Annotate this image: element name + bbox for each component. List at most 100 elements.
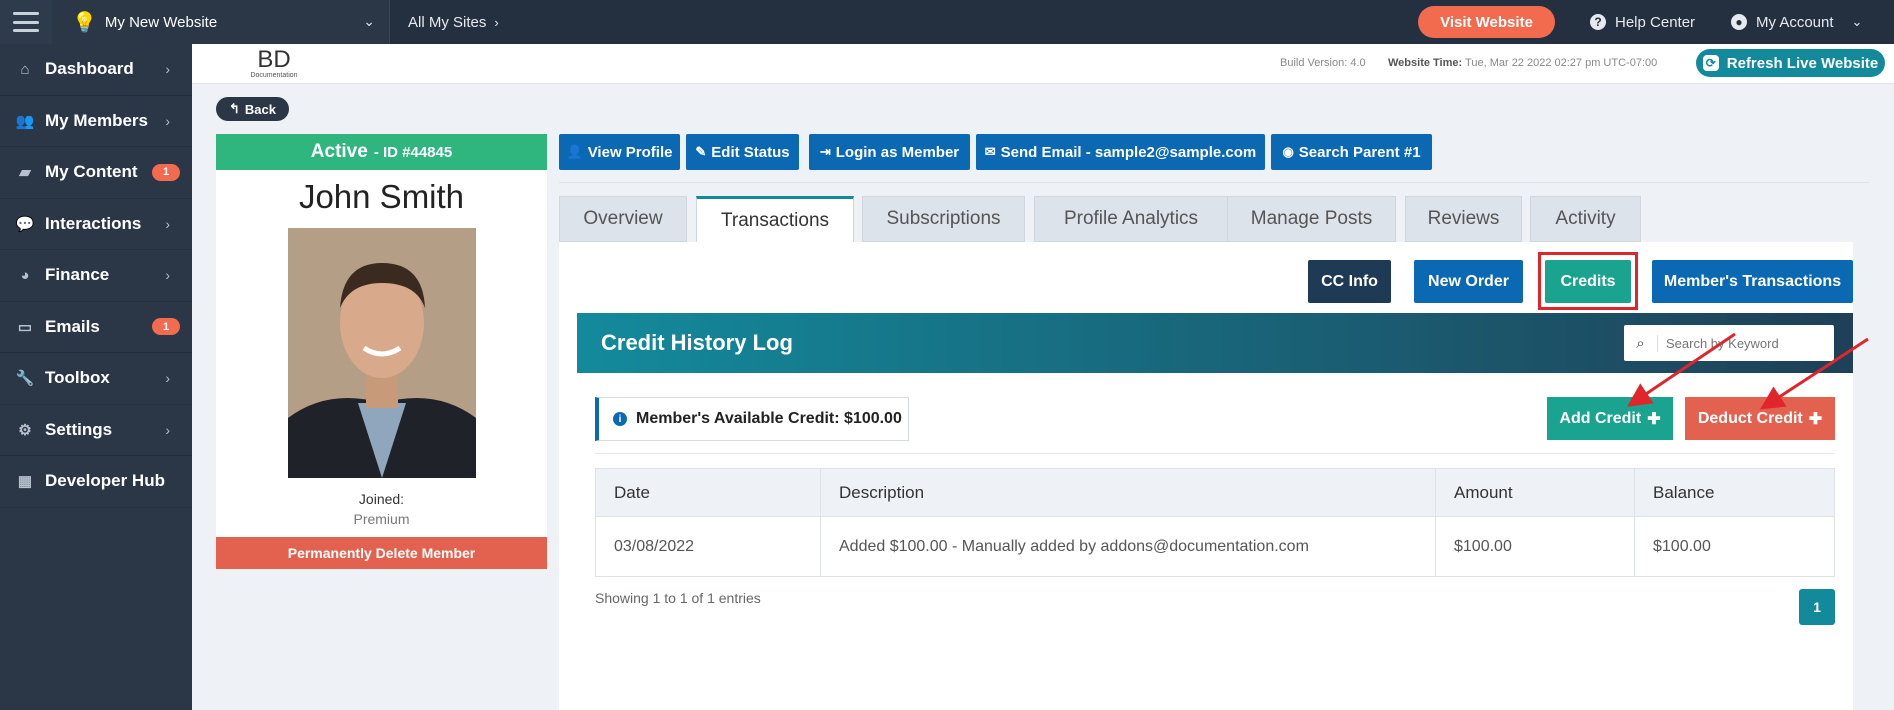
question-icon: ?	[1590, 14, 1606, 30]
home-icon: ⌂	[20, 60, 30, 78]
membership-plan: Premium	[353, 511, 410, 527]
site-selector[interactable]: 💡 My New Website ⌄	[52, 0, 390, 44]
tab-overview[interactable]: Overview	[559, 196, 687, 242]
log-title: Credit History Log	[601, 330, 793, 355]
column-header-balance[interactable]: Balance	[1634, 468, 1835, 517]
members-transactions-button[interactable]: Member's Transactions	[1652, 260, 1853, 303]
cell-description: Added $100.00 - Manually added by addons…	[820, 516, 1436, 577]
build-version: Build Version: 4.0	[1280, 57, 1366, 69]
cc-info-button[interactable]: CC Info	[1308, 260, 1391, 303]
chevron-right-icon: ›	[165, 421, 170, 438]
chevron-right-icon: ›	[165, 215, 170, 232]
avatar	[288, 228, 476, 478]
tab-subscriptions[interactable]: Subscriptions	[862, 196, 1025, 242]
sidebar-item-my-members[interactable]: 👥 My Members ›	[0, 96, 192, 147]
logo-subtitle: Documentation	[250, 72, 298, 79]
envelope-icon: ✉	[984, 144, 996, 159]
tab-activity[interactable]: Activity	[1530, 196, 1641, 242]
user-circle-icon: ●	[1731, 14, 1747, 30]
users-icon: 👥	[15, 112, 35, 130]
available-credit-text: Member's Available Credit: $100.00	[636, 410, 902, 427]
site-logo[interactable]: BD Documentation	[244, 48, 304, 82]
user-circle-icon: ◉	[1282, 144, 1294, 159]
chevron-right-icon: ›	[165, 112, 170, 129]
joined-label: Joined:	[358, 491, 405, 507]
back-label: Back	[244, 101, 276, 117]
credit-history-header: Credit History Log ⌕	[577, 313, 1853, 373]
member-name: John Smith	[298, 178, 465, 215]
sidebar-item-my-content[interactable]: ▰ My Content 1	[0, 147, 192, 199]
add-credit-button[interactable]: Add Credit ✚	[1547, 397, 1673, 440]
tab-transactions[interactable]: Transactions	[696, 196, 854, 243]
sidebar-item-dashboard[interactable]: ⌂ Dashboard ›	[0, 44, 192, 96]
table-header-row: Date Description Amount Balance	[595, 468, 1835, 517]
chevron-right-icon: ›	[165, 267, 170, 284]
website-time-value: Tue, Mar 22 2022 02:27 pm UTC-07:00	[1465, 57, 1658, 69]
search-input[interactable]	[1658, 335, 1828, 351]
sidebar-item-label: My Members	[45, 110, 148, 130]
sidebar-item-emails[interactable]: ▭ Emails 1	[0, 302, 192, 353]
back-button[interactable]: ↰ Back	[216, 97, 289, 121]
column-header-description[interactable]: Description	[820, 468, 1436, 517]
view-profile-button[interactable]: 👤 View Profile	[559, 134, 680, 170]
search-parent-button[interactable]: ◉ Search Parent #1	[1271, 134, 1432, 170]
sub-header: BD Documentation Build Version: 4.0 Webs…	[192, 44, 1894, 84]
column-header-amount[interactable]: Amount	[1435, 468, 1635, 517]
sign-in-icon: ⇥	[819, 144, 831, 159]
notification-badge: 1	[152, 163, 180, 181]
member-profile-card: Active - ID #44845 John Smith Joined: Pr…	[216, 134, 547, 569]
folder-icon: ▰	[19, 164, 31, 182]
plus-icon: ✚	[1647, 410, 1661, 428]
table-row: 03/08/2022 Added $100.00 - Manually adde…	[595, 516, 1835, 577]
search-box[interactable]: ⌕	[1624, 325, 1834, 361]
chevron-down-icon: ⌄	[1851, 14, 1863, 29]
lightbulb-icon: 💡	[72, 11, 97, 34]
my-account-label: My Account	[1756, 13, 1834, 31]
new-order-button[interactable]: New Order	[1414, 260, 1523, 303]
status-text: Active	[310, 141, 368, 162]
all-sites-label: All My Sites	[408, 13, 487, 31]
delete-member-button[interactable]: Permanently Delete Member	[216, 537, 547, 569]
chevron-right-icon: ›	[165, 61, 170, 78]
tab-manage-posts[interactable]: Manage Posts	[1227, 196, 1396, 242]
inbox-icon: ▭	[17, 318, 33, 336]
chat-icon: 💬	[15, 215, 35, 233]
sidebar-item-finance[interactable]: ◕ Finance ›	[0, 250, 192, 302]
help-center-link[interactable]: ? Help Center	[1590, 0, 1695, 44]
cell-amount: $100.00	[1435, 516, 1635, 577]
divider	[559, 182, 1869, 183]
sidebar-item-settings[interactable]: ⚙ Settings ›	[0, 405, 192, 456]
info-icon: i	[613, 412, 627, 426]
refresh-live-website-button[interactable]: ⟳ Refresh Live Website	[1696, 49, 1885, 77]
edit-status-button[interactable]: ✎ Edit Status	[686, 134, 799, 170]
available-credit-box: i Member's Available Credit: $100.00	[595, 397, 909, 441]
sidebar-item-label: My Content	[45, 162, 138, 182]
pagination-page-1[interactable]: 1	[1799, 589, 1835, 625]
search-icon: ⌕	[1624, 334, 1658, 352]
deduct-credit-button[interactable]: Deduct Credit ✚	[1685, 397, 1835, 440]
sidebar-item-label: Toolbox	[45, 368, 110, 388]
deduct-credit-label: Deduct Credit	[1697, 409, 1803, 427]
sidebar-item-toolbox[interactable]: 🔧 Toolbox ›	[0, 353, 192, 405]
visit-website-button[interactable]: Visit Website	[1418, 6, 1555, 38]
divider	[595, 453, 1835, 454]
sidebar-item-interactions[interactable]: 💬 Interactions ›	[0, 199, 192, 250]
menu-toggle-button[interactable]	[0, 0, 52, 44]
send-email-label: Send Email - sample2@sample.com	[1000, 143, 1257, 161]
my-account-menu[interactable]: ● My Account ⌄	[1731, 0, 1862, 44]
sidebar-item-developer-hub[interactable]: ▦ Developer Hub	[0, 456, 192, 508]
help-center-label: Help Center	[1615, 13, 1696, 31]
wrench-icon: 🔧	[15, 370, 35, 388]
chevron-right-icon: ›	[494, 14, 499, 30]
all-sites-link[interactable]: All My Sites ›	[408, 0, 499, 44]
column-header-date[interactable]: Date	[595, 468, 821, 517]
view-profile-label: View Profile	[587, 143, 673, 161]
status-badge: Active - ID #44845	[216, 134, 547, 170]
hamburger-icon	[13, 12, 39, 32]
send-email-button[interactable]: ✉ Send Email - sample2@sample.com	[976, 134, 1265, 170]
edit-status-label: Edit Status	[711, 143, 790, 161]
login-as-member-button[interactable]: ⇥ Login as Member	[809, 134, 970, 170]
member-id: - ID #44845	[373, 143, 453, 161]
tab-reviews[interactable]: Reviews	[1405, 196, 1522, 242]
tab-profile-analytics[interactable]: Profile Analytics	[1034, 196, 1228, 242]
